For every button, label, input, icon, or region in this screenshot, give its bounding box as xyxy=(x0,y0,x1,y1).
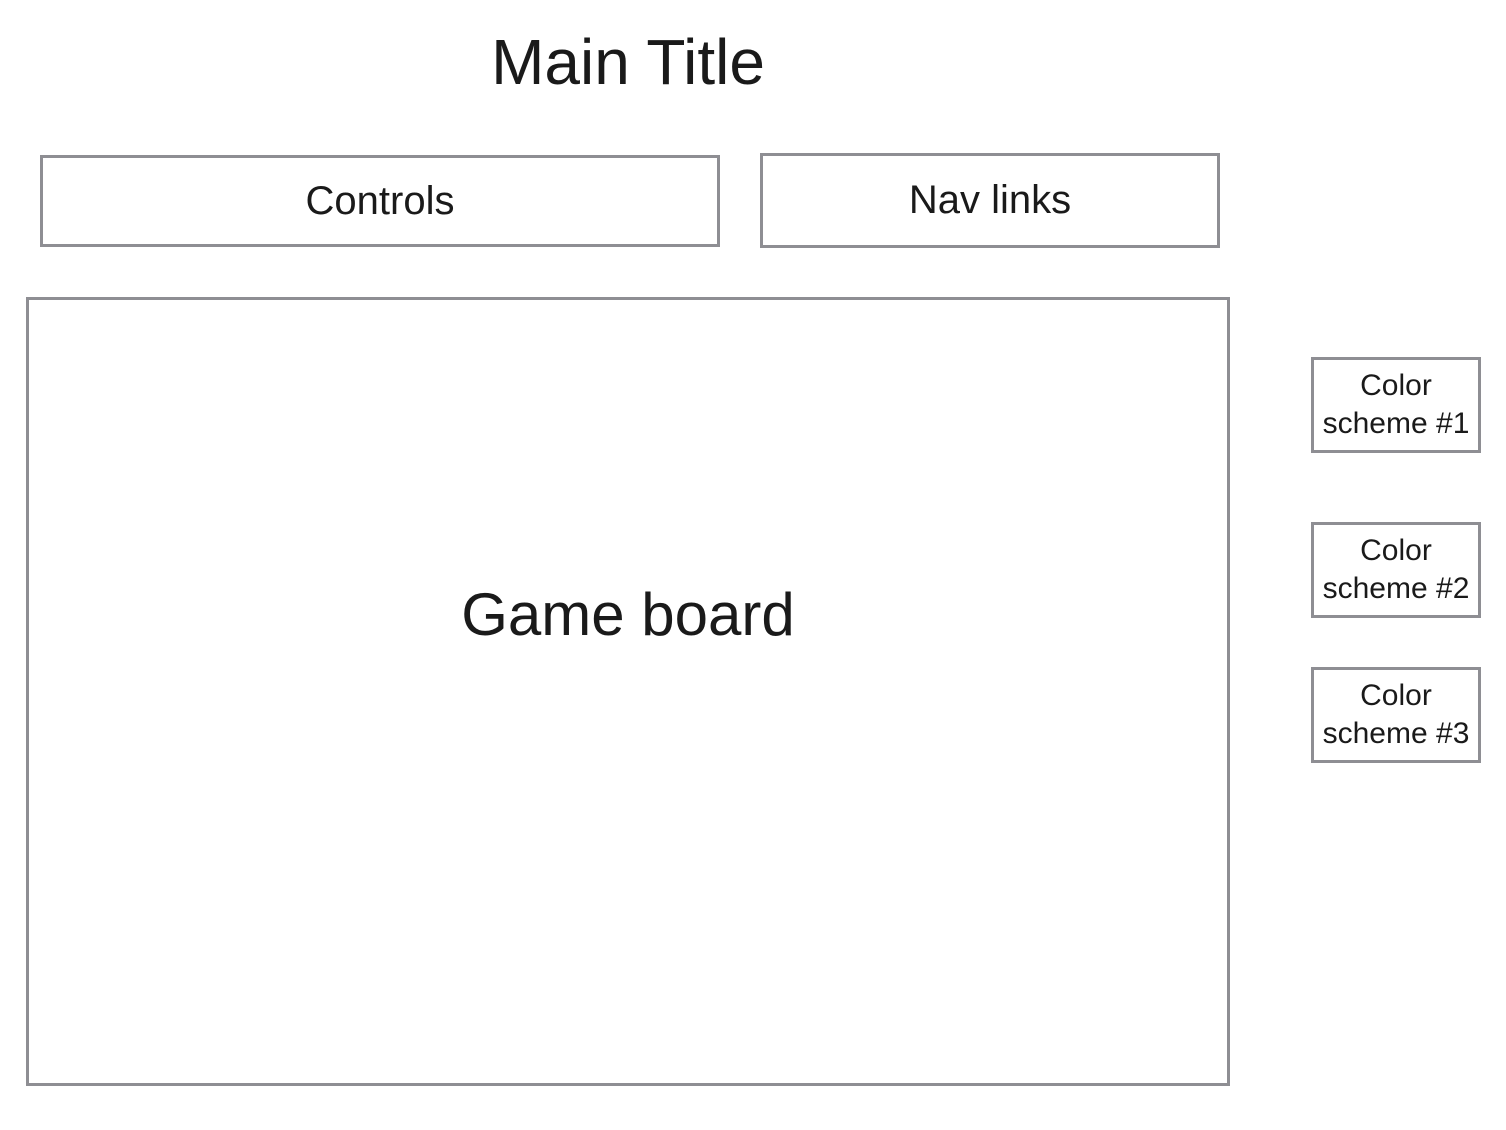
color-scheme-1-button[interactable]: Color scheme #1 xyxy=(1311,357,1481,453)
color-scheme-3-label-line2: scheme #3 xyxy=(1322,717,1470,750)
color-scheme-1-label-line2: scheme #1 xyxy=(1322,407,1470,440)
color-scheme-2-label-line2: scheme #2 xyxy=(1322,572,1470,605)
game-board[interactable]: Game board xyxy=(26,297,1230,1086)
controls-panel[interactable]: Controls xyxy=(40,155,720,247)
color-scheme-3-label-line1: Color xyxy=(1360,679,1432,712)
nav-links-panel[interactable]: Nav links xyxy=(760,153,1220,248)
color-scheme-2-label-line1: Color xyxy=(1360,534,1432,567)
color-scheme-3-button[interactable]: Color scheme #3 xyxy=(1311,667,1481,763)
page-title: Main Title xyxy=(491,26,765,98)
nav-links-label: Nav links xyxy=(908,178,1072,222)
color-scheme-1-label-line1: Color xyxy=(1360,369,1432,402)
color-scheme-2-button[interactable]: Color scheme #2 xyxy=(1311,522,1481,618)
game-board-label: Game board xyxy=(461,581,795,648)
controls-label: Controls xyxy=(305,178,455,223)
